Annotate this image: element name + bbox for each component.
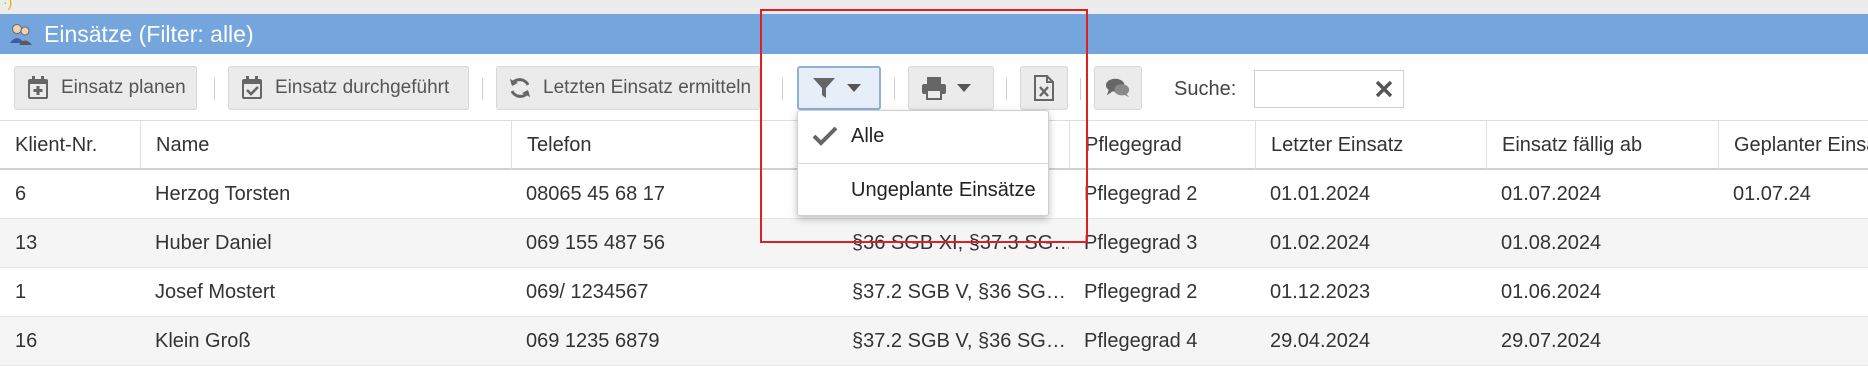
cell-benefits: §36 SGB XI, §37.3 SG… xyxy=(852,232,1069,254)
excel-export-button[interactable] xyxy=(1020,66,1068,110)
cell-client-number: 6 xyxy=(15,183,27,205)
filter-icon xyxy=(811,75,837,101)
cell-due-from: 01.06.2024 xyxy=(1501,281,1602,303)
clear-search-icon[interactable] xyxy=(1364,70,1404,108)
cell-planned xyxy=(1718,268,1868,316)
cell-name: Huber Daniel xyxy=(155,232,272,254)
column-header[interactable]: Klient-Nr. xyxy=(0,121,140,169)
menu-divider xyxy=(798,163,1048,164)
window-title: Einsätze (Filter: alle) xyxy=(44,20,254,47)
cell-name: Klein Groß xyxy=(155,330,251,352)
cell-care-level: Pflegegrad 4 xyxy=(1084,330,1198,352)
cell-last-assignment: 01.01.2024 xyxy=(1270,183,1371,205)
chevron-down-icon xyxy=(847,84,861,92)
toolbar-separator xyxy=(1006,78,1007,100)
users-icon xyxy=(8,21,34,47)
column-header[interactable]: Pflegegrad xyxy=(1069,121,1255,169)
cell-planned xyxy=(1718,219,1868,267)
table-row[interactable]: 1 Josef Mostert 069/ 1234567 §37.2 SGB V… xyxy=(0,268,1868,317)
cell-due-from: 01.07.2024 xyxy=(1501,183,1602,205)
determine-last-assignment-label: Letzten Einsatz ermitteln xyxy=(543,77,752,98)
calendar-check-icon xyxy=(239,75,265,101)
cell-phone: 08065 45 68 17 xyxy=(526,183,666,205)
column-header[interactable]: Einsatz fällig ab xyxy=(1486,121,1718,169)
excel-file-icon xyxy=(1031,75,1057,101)
plan-assignment-button[interactable]: Einsatz planen xyxy=(14,66,197,110)
cell-phone: 069 155 487 56 xyxy=(526,232,666,254)
toolbar-separator xyxy=(1080,78,1081,100)
cell-benefits: §37.2 SGB V, §36 SG… xyxy=(852,281,1066,303)
printer-icon xyxy=(921,75,947,101)
search-label: Suche: xyxy=(1174,78,1237,100)
cell-planned: 01.07.24 xyxy=(1733,183,1811,205)
chevron-down-icon xyxy=(957,84,971,92)
assignment-done-button[interactable]: Einsatz durchgeführt xyxy=(228,66,469,110)
cell-client-number: 1 xyxy=(15,281,27,303)
column-header[interactable]: Letzter Einsatz xyxy=(1255,121,1486,169)
cell-phone: 069 1235 6879 xyxy=(526,330,660,352)
print-dropdown-button[interactable] xyxy=(908,66,994,110)
table-row[interactable]: 13 Huber Daniel 069 155 487 56 §36 SGB X… xyxy=(0,219,1868,268)
cell-name: Herzog Torsten xyxy=(155,183,291,205)
comments-button[interactable] xyxy=(1094,66,1142,110)
cell-name: Josef Mostert xyxy=(155,281,276,303)
cell-last-assignment: 01.12.2023 xyxy=(1270,281,1371,303)
cell-last-assignment: 29.04.2024 xyxy=(1270,330,1371,352)
top-strip: ·) xyxy=(0,0,1868,14)
cell-due-from: 01.08.2024 xyxy=(1501,232,1602,254)
column-header[interactable]: Name xyxy=(140,121,511,169)
cell-due-from: 29.07.2024 xyxy=(1501,330,1602,352)
toolbar-separator xyxy=(782,78,783,100)
calendar-add-icon xyxy=(25,75,51,101)
toolbar-separator xyxy=(482,78,483,100)
cell-benefits: §37.2 SGB V, §36 SG… xyxy=(852,330,1066,352)
filter-option-all[interactable]: Alle xyxy=(798,111,1048,161)
cell-care-level: Pflegegrad 2 xyxy=(1084,183,1198,205)
filter-dropdown-menu: Alle Ungeplante Einsätze xyxy=(797,110,1049,216)
plan-assignment-label: Einsatz planen xyxy=(61,77,186,98)
filter-option-label: Alle xyxy=(851,124,885,147)
cell-care-level: Pflegegrad 3 xyxy=(1084,232,1198,254)
filter-option-unplanned[interactable]: Ungeplante Einsätze xyxy=(798,165,1048,215)
cell-planned xyxy=(1718,317,1868,365)
cell-client-number: 16 xyxy=(15,330,38,352)
window-titlebar: Einsätze (Filter: alle) xyxy=(0,14,1868,54)
table-row[interactable]: 16 Klein Groß 069 1235 6879 §37.2 SGB V,… xyxy=(0,317,1868,366)
chat-bubbles-icon xyxy=(1105,75,1131,101)
toolbar-separator xyxy=(214,78,215,100)
column-header[interactable]: Geplanter Einsa xyxy=(1718,121,1868,169)
cell-phone: 069/ 1234567 xyxy=(526,281,649,303)
filter-option-label: Ungeplante Einsätze xyxy=(851,178,1036,201)
checkmark-icon xyxy=(812,125,838,153)
cell-last-assignment: 01.02.2024 xyxy=(1270,232,1371,254)
filter-dropdown-button[interactable] xyxy=(797,66,881,110)
refresh-icon xyxy=(507,75,533,101)
cell-client-number: 13 xyxy=(15,232,38,254)
toolbar-separator xyxy=(894,78,895,100)
determine-last-assignment-button[interactable]: Letzten Einsatz ermitteln xyxy=(496,66,760,110)
cell-care-level: Pflegegrad 2 xyxy=(1084,281,1198,303)
assignment-done-label: Einsatz durchgeführt xyxy=(275,77,450,98)
column-header[interactable]: Telefon xyxy=(511,121,837,169)
app-corner-glyph: ·) xyxy=(3,0,13,10)
